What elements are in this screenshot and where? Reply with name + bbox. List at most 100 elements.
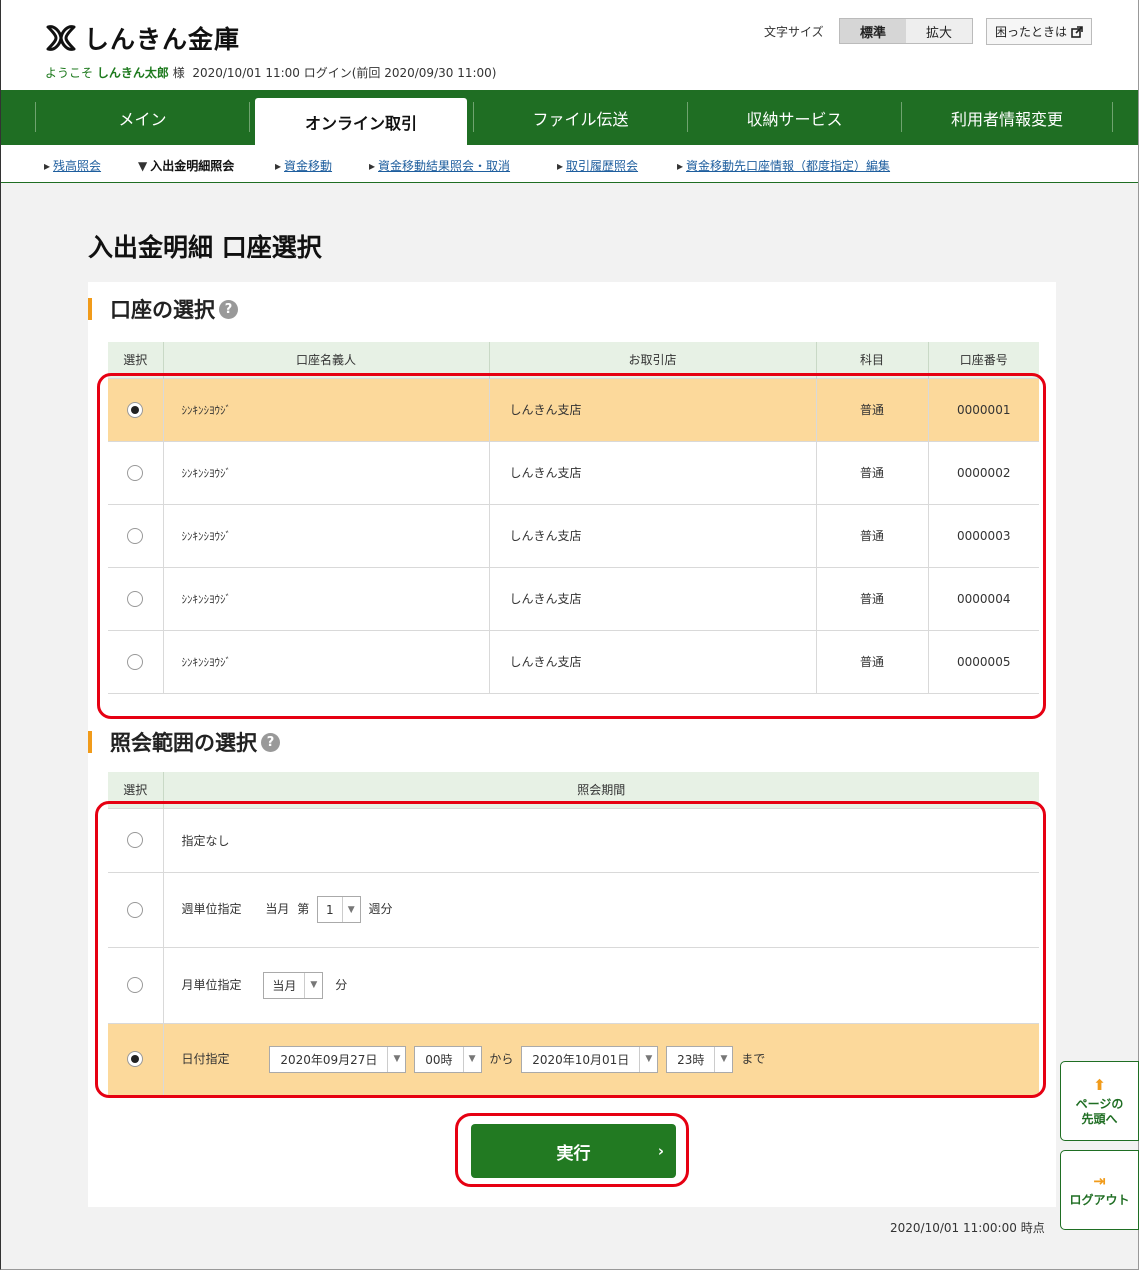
- logo[interactable]: しんきん金庫: [44, 20, 240, 56]
- branch-cell: しんきん支店: [488, 377, 816, 441]
- holder-cell: ｼﾝｷﾝｼﾖｳｼﾞ: [162, 629, 489, 694]
- week-suffix: 週分: [368, 902, 393, 916]
- week-prefix-month: 当月: [265, 902, 290, 916]
- help-button[interactable]: 困ったときは: [986, 18, 1092, 45]
- user-name: しんきん太郎: [96, 66, 169, 80]
- chevron-down-icon: ▼: [639, 1046, 657, 1072]
- help-label: 困ったときは: [994, 25, 1067, 39]
- range-row-date[interactable]: 日付指定 2020年09月27日 ▼ 00時 ▼ から 2020年10月01日 ▼ 2…: [108, 1022, 1039, 1095]
- number-cell: 0000003: [927, 503, 1039, 567]
- account-radio-3[interactable]: [127, 527, 144, 544]
- logout-button[interactable]: ⇥ ログアウト: [1060, 1150, 1139, 1230]
- range-radio-month[interactable]: [127, 977, 144, 993]
- holder-cell: ｼﾝｷﾝｼﾖｳｼﾞ: [162, 440, 489, 504]
- holder-cell: ｼﾝｷﾝｼﾖｳｼﾞ: [162, 503, 489, 567]
- month-select[interactable]: 当月 ▼: [263, 971, 324, 999]
- range-radio-date[interactable]: [127, 1051, 144, 1068]
- from-hour-select[interactable]: 00時 ▼: [414, 1045, 482, 1073]
- subnav-transfer-result[interactable]: 資金移動結果照会・取消: [369, 157, 510, 174]
- nav-tab-online[interactable]: オンライン取引: [255, 98, 467, 145]
- header: しんきん金庫 ようこそ しんきん太郎 様 2020/10/01 11:00 ログ…: [1, 0, 1138, 90]
- range-section-title: 照会範囲の選択 ?: [88, 727, 280, 757]
- week-prefix-no: 第: [297, 902, 310, 916]
- help-question-icon[interactable]: ?: [219, 299, 238, 319]
- help-question-icon[interactable]: ?: [261, 732, 280, 752]
- nav-tab-user-info[interactable]: 利用者情報変更: [902, 90, 1112, 145]
- account-radio-1[interactable]: [127, 401, 144, 418]
- account-table: 選択 口座名義人 お取引店 科目 口座番号 ｼﾝｷﾝｼﾖｳｼﾞ しんきん支店 普…: [108, 342, 1039, 694]
- external-link-icon: [1071, 25, 1083, 38]
- logout-label: ログアウト: [1069, 1193, 1130, 1208]
- page-top-label-1: ページの: [1075, 1097, 1124, 1112]
- sub-nav: 残高照会 入出金明細照会 資金移動 資金移動結果照会・取消 取引履歴照会 資金移…: [1, 145, 1138, 183]
- welcome-prefix: ようこそ: [45, 66, 94, 80]
- from-date-select[interactable]: 2020年09月27日 ▼: [269, 1045, 407, 1073]
- font-large-button[interactable]: 拡大: [906, 19, 972, 43]
- chevron-down-icon: ▼: [462, 1046, 481, 1072]
- date-label: 日付指定: [181, 1051, 230, 1066]
- section-bar: [88, 731, 92, 753]
- chevron-right-icon: ›: [657, 1142, 664, 1160]
- range-table: 選択 照会期間 指定なし 週単位指定 当月 第 1 ▼ 週分 月単位指定 当月 ▼ …: [108, 772, 1039, 1095]
- branch-cell: しんきん支店: [488, 629, 816, 694]
- from-text: から: [489, 1051, 514, 1066]
- subnav-payee-edit[interactable]: 資金移動先口座情報（都度指定）編集: [677, 157, 890, 174]
- login-info: 2020/10/01 11:00 ログイン(前回 2020/09/30 11:0…: [192, 66, 497, 80]
- branch-cell: しんきん支店: [488, 503, 816, 567]
- account-radio-5[interactable]: [127, 653, 144, 670]
- logo-text: しんきん金庫: [84, 25, 241, 54]
- col-select: 選択: [108, 342, 163, 378]
- col-select: 選択: [108, 772, 163, 808]
- number-cell: 0000001: [927, 377, 1039, 441]
- to-date-select[interactable]: 2020年10月01日 ▼: [521, 1045, 659, 1073]
- range-row-none[interactable]: 指定なし: [108, 807, 1039, 872]
- range-row-week[interactable]: 週単位指定 当月 第 1 ▼ 週分: [108, 871, 1039, 947]
- chevron-down-icon: ▼: [714, 1046, 732, 1072]
- table-row[interactable]: ｼﾝｷﾝｼﾖｳｼﾞ しんきん支店 普通 0000005: [108, 629, 1039, 694]
- range-radio-week[interactable]: [127, 901, 144, 918]
- chevron-down-icon: ▼: [341, 897, 360, 922]
- logout-icon: ⇥: [1093, 1172, 1106, 1191]
- table-row[interactable]: ｼﾝｷﾝｼﾖｳｼﾞ しんきん支店 普通 0000003: [108, 503, 1039, 567]
- subnav-history[interactable]: 取引履歴照会: [557, 157, 638, 174]
- table-row[interactable]: ｼﾝｷﾝｼﾖｳｼﾞ しんきん支店 普通 0000002: [108, 440, 1039, 504]
- week-select[interactable]: 1 ▼: [317, 896, 361, 923]
- page-top-label-2: 先頭へ: [1081, 1111, 1118, 1126]
- page-title: 入出金明細 口座選択: [88, 233, 322, 262]
- nav-tab-file-transfer[interactable]: ファイル伝送: [474, 90, 687, 145]
- subnav-balance[interactable]: 残高照会: [44, 157, 101, 174]
- type-cell: 普通: [815, 566, 928, 630]
- to-hour-select[interactable]: 23時 ▼: [666, 1045, 734, 1073]
- nav-tab-payment-service[interactable]: 収納サービス: [688, 90, 901, 145]
- account-section-label: 口座の選択: [110, 298, 215, 322]
- type-cell: 普通: [815, 629, 928, 694]
- font-standard-button[interactable]: 標準: [840, 19, 906, 43]
- section-bar: [88, 298, 92, 320]
- type-cell: 普通: [815, 377, 928, 441]
- table-row[interactable]: ｼﾝｷﾝｼﾖｳｼﾞ しんきん支店 普通 0000004: [108, 566, 1039, 630]
- timestamp: 2020/10/01 11:00:00 時点: [890, 1221, 1045, 1235]
- range-radio-none[interactable]: [127, 832, 144, 848]
- page-top-button[interactable]: ⬆ ページの 先頭へ: [1060, 1061, 1139, 1141]
- subnav-transfer[interactable]: 資金移動: [275, 157, 332, 174]
- holder-cell: ｼﾝｷﾝｼﾖｳｼﾞ: [162, 566, 489, 630]
- col-holder: 口座名義人: [162, 342, 489, 378]
- range-row-month[interactable]: 月単位指定 当月 ▼ 分: [108, 946, 1039, 1023]
- table-row[interactable]: ｼﾝｷﾝｼﾖｳｼﾞ しんきん支店 普通 0000001: [108, 377, 1039, 441]
- nav-tab-main[interactable]: メイン: [36, 90, 249, 145]
- execute-button[interactable]: 実行 ›: [471, 1124, 676, 1178]
- number-cell: 0000004: [927, 566, 1039, 630]
- subnav-statement[interactable]: 入出金明細照会: [138, 157, 234, 174]
- user-suffix: 様: [172, 66, 185, 80]
- type-cell: 普通: [815, 503, 928, 567]
- type-cell: 普通: [815, 440, 928, 504]
- month-label: 月単位指定: [181, 977, 242, 992]
- account-radio-2[interactable]: [127, 464, 144, 481]
- font-size-toggle: 標準 拡大: [839, 18, 973, 44]
- account-radio-4[interactable]: [127, 590, 144, 607]
- month-suffix: 分: [335, 977, 348, 992]
- number-cell: 0000002: [927, 440, 1039, 504]
- branch-cell: しんきん支店: [488, 440, 816, 504]
- range-section-label: 照会範囲の選択: [110, 731, 257, 755]
- nav-separator: [1112, 102, 1113, 132]
